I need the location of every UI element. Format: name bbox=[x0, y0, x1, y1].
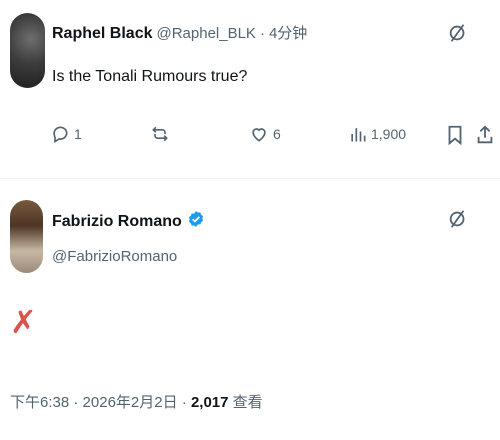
reply-count: 1 bbox=[74, 126, 82, 142]
repost-button[interactable] bbox=[150, 124, 174, 144]
tweet-divider bbox=[0, 178, 500, 179]
avatar-raphel-black[interactable] bbox=[10, 13, 45, 88]
avatar-fabrizio-romano[interactable] bbox=[10, 200, 43, 273]
views-icon bbox=[349, 124, 367, 144]
reply-header: Raphel Black @Raphel_BLK · 4分钟 bbox=[52, 22, 307, 43]
bookmark-icon[interactable] bbox=[445, 124, 465, 146]
share-icon[interactable] bbox=[475, 124, 495, 146]
meta-separator-2: · bbox=[181, 394, 187, 411]
tweet-body-x-mark: ✗ bbox=[10, 303, 37, 341]
tweet-author-handle[interactable]: @FabrizioRomano bbox=[52, 248, 177, 265]
grok-icon[interactable] bbox=[447, 208, 469, 230]
reply-author-name[interactable]: Raphel Black bbox=[52, 25, 152, 43]
tweet-date[interactable]: 2026年2月2日 bbox=[83, 394, 178, 411]
tweet-views-count: 2,017 bbox=[190, 394, 229, 411]
reply-button[interactable]: 1 bbox=[50, 124, 82, 144]
tweet-author-name[interactable]: Fabrizio Romano bbox=[52, 213, 182, 231]
reply-text: Is the Tonali Rumours true? bbox=[52, 68, 248, 85]
like-button[interactable]: 6 bbox=[249, 124, 281, 144]
tweet-views-label: 查看 bbox=[232, 394, 263, 411]
like-icon bbox=[249, 124, 269, 144]
repost-icon bbox=[150, 124, 170, 144]
meta-separator-1: · bbox=[73, 394, 79, 411]
reply-icon bbox=[50, 124, 70, 144]
grok-icon[interactable] bbox=[447, 22, 469, 44]
reply-author-handle[interactable]: @Raphel_BLK bbox=[156, 25, 255, 42]
views-button[interactable]: 1,900 bbox=[349, 124, 406, 144]
reply-timestamp[interactable]: 4分钟 bbox=[269, 22, 307, 43]
tweet-meta: 下午6:38 · 2026年2月2日 · 2,017 查看 bbox=[10, 391, 263, 412]
like-count: 6 bbox=[273, 126, 281, 142]
verified-badge-icon[interactable] bbox=[187, 210, 205, 233]
views-count: 1,900 bbox=[371, 126, 407, 142]
reply-separator: · bbox=[259, 25, 265, 42]
tweet-time[interactable]: 下午6:38 bbox=[10, 394, 69, 411]
tweet-header: Fabrizio Romano bbox=[52, 210, 205, 233]
